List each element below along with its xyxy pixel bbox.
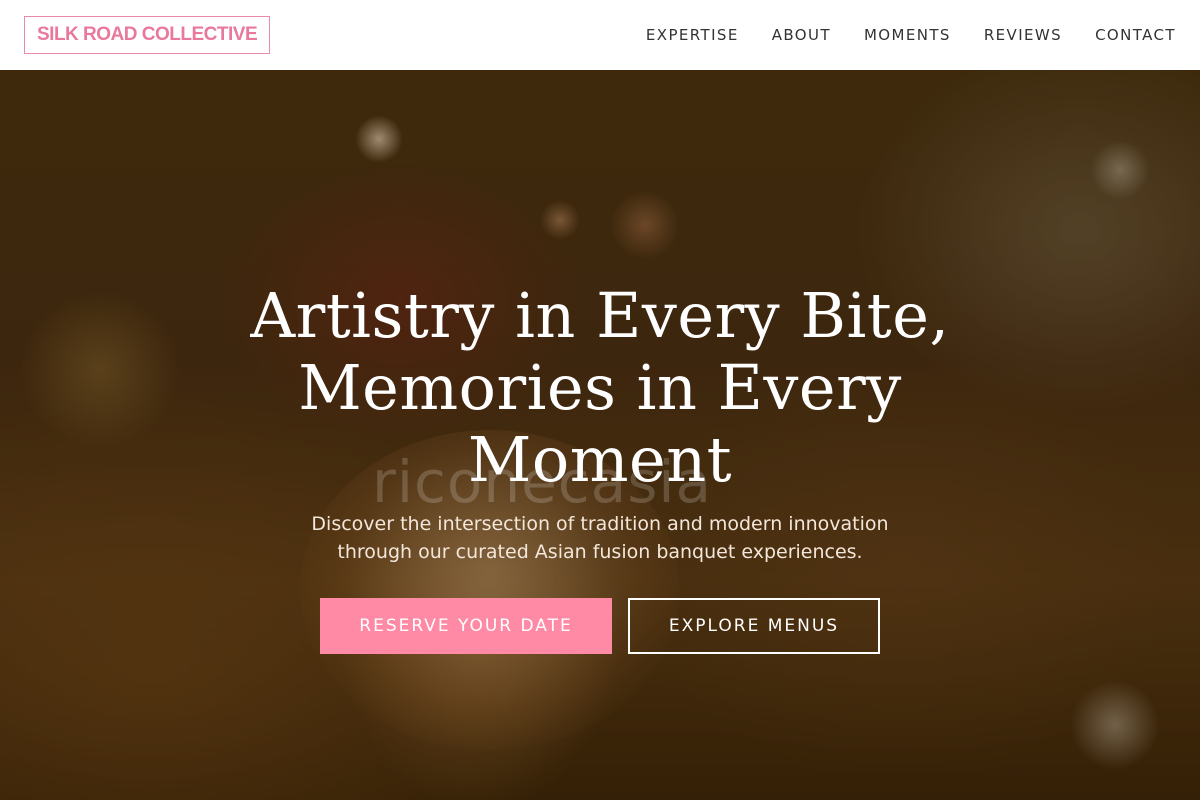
reserve-date-button[interactable]: RESERVE YOUR DATE bbox=[320, 598, 612, 654]
nav-link-contact[interactable]: CONTACT bbox=[1095, 26, 1176, 44]
site-header: SILK ROAD COLLECTIVE EXPERTISE ABOUT MOM… bbox=[0, 0, 1200, 70]
nav-link-reviews[interactable]: REVIEWS bbox=[984, 26, 1062, 44]
hero-section: riconecasia Artistry in Every Bite, Memo… bbox=[0, 70, 1200, 800]
explore-menus-button[interactable]: EXPLORE MENUS bbox=[628, 598, 880, 654]
hero-headline: Artistry in Every Bite, Memories in Ever… bbox=[250, 279, 950, 496]
hero-subtext: Discover the intersection of tradition a… bbox=[311, 513, 889, 563]
brand-logo[interactable]: SILK ROAD COLLECTIVE bbox=[24, 16, 271, 54]
nav-link-about[interactable]: ABOUT bbox=[772, 26, 831, 44]
main-nav: EXPERTISE ABOUT MOMENTS REVIEWS CONTACT bbox=[646, 26, 1176, 44]
hero-content: Artistry in Every Bite, Memories in Ever… bbox=[0, 70, 1200, 800]
nav-link-expertise[interactable]: EXPERTISE bbox=[646, 26, 739, 44]
nav-link-moments[interactable]: MOMENTS bbox=[864, 26, 951, 44]
hero-actions: RESERVE YOUR DATE EXPLORE MENUS bbox=[320, 598, 880, 654]
